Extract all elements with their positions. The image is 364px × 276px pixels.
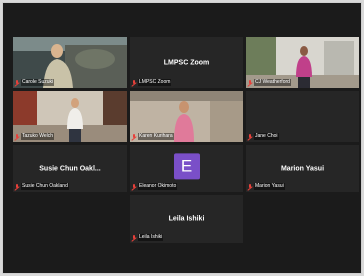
mic-muted-icon (248, 133, 252, 140)
participant-tile-tazuko[interactable]: Tazuko Welch (13, 91, 127, 142)
mic-muted-icon (15, 183, 19, 190)
namebar: Carole Suzuki (15, 79, 55, 86)
namebar: Karen Kurihara (132, 133, 174, 140)
participant-display-name: Leila Ishiki (168, 215, 205, 223)
namebar: Tazuko Welch (15, 133, 55, 140)
participant-tile-leila[interactable]: Leila Ishiki Leila Ishiki (130, 195, 243, 243)
namebar: CJ Weatherford (248, 79, 291, 86)
mic-muted-icon (15, 133, 19, 140)
namebar: Leila Ishiki (132, 234, 164, 241)
participant-name: Marion Yasui (254, 183, 285, 190)
participant-tile-lmpsc[interactable]: LMPSC Zoom LMPSC Zoom (130, 37, 243, 88)
participant-name: Leila Ishiki (138, 234, 164, 241)
participant-name: Eleanor Okimoto (138, 183, 178, 190)
participant-name: Karen Kurihara (138, 133, 174, 140)
mic-muted-icon (248, 79, 252, 86)
participant-tile-carole[interactable]: Carole Suzuki (13, 37, 127, 88)
namebar: LMPSC Zoom (132, 79, 172, 86)
participant-display-name: LMPSC Zoom (163, 59, 210, 66)
participant-name: LMPSC Zoom (138, 79, 172, 86)
mic-muted-icon (132, 234, 136, 241)
participant-tile-susie[interactable]: Susie Chun Oakl... Susie Chun Oakland (13, 145, 127, 192)
zoom-gallery-view: Carole Suzuki LMPSC Zoom LMPSC Zoom CJ W… (2, 2, 362, 274)
mic-muted-icon (132, 183, 136, 190)
avatar: E (173, 152, 200, 179)
namebar: Marion Yasui (248, 183, 285, 190)
mic-muted-icon (15, 79, 19, 86)
participant-tile-eleanor[interactable]: E Eleanor Okimoto (130, 145, 243, 192)
participant-name: Carole Suzuki (21, 79, 55, 86)
participant-display-name: Susie Chun Oakl... (39, 165, 101, 172)
mic-muted-icon (132, 133, 136, 140)
namebar: Jane Choi (248, 133, 279, 140)
mic-muted-icon (132, 79, 136, 86)
participant-tile-marion[interactable]: Marion Yasui Marion Yasui (246, 145, 359, 192)
participant-tile-cj-active-speaker[interactable]: CJ Weatherford (246, 37, 359, 88)
participant-name: Tazuko Welch (21, 133, 55, 140)
participant-name: Jane Choi (254, 133, 279, 140)
participant-name: CJ Weatherford (254, 79, 291, 86)
namebar: Eleanor Okimoto (132, 183, 178, 190)
participant-name: Susie Chun Oakland (21, 183, 69, 190)
participant-tile-karen[interactable]: Karen Kurihara (130, 91, 243, 142)
participant-display-name: Marion Yasui (280, 165, 325, 172)
mic-muted-icon (248, 183, 252, 190)
namebar: Susie Chun Oakland (15, 183, 69, 190)
participant-tile-jane[interactable]: Jane Choi (246, 91, 359, 142)
